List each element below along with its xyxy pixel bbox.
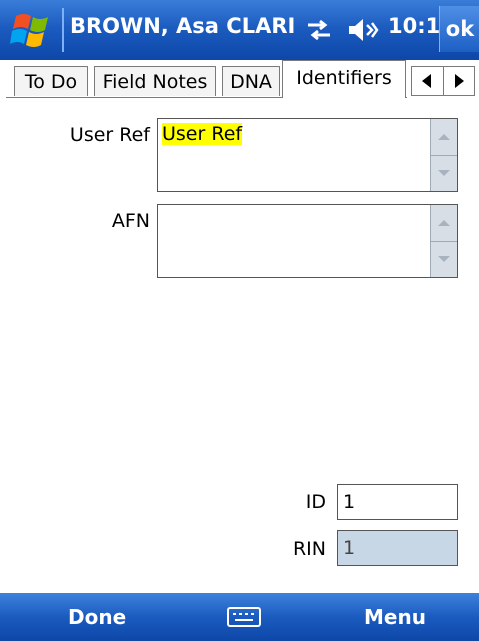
tab-identifiers[interactable]: Identifiers [282,60,406,98]
keyboard-icon[interactable] [226,605,262,629]
title-bar: BROWN, Asa CLARI 10:11 ok [0,0,479,60]
title-separator [62,8,64,52]
scroll-up-button[interactable] [431,205,457,242]
tab-field-notes[interactable]: Field Notes [94,66,216,96]
tab-dna[interactable]: DNA [222,66,280,96]
afn-textarea[interactable] [157,204,458,278]
speaker-icon[interactable] [346,16,380,44]
connectivity-icon[interactable] [306,18,332,42]
triangle-left-icon [422,74,432,88]
user-ref-label: User Ref [69,124,150,146]
scroll-down-button[interactable] [431,241,457,277]
menu-softkey[interactable]: Menu [364,593,426,641]
window-title: BROWN, Asa CLARI [70,14,296,38]
menu-bar: Done Menu [0,593,479,641]
ok-button[interactable]: ok [439,6,479,52]
chevron-up-icon [438,134,450,140]
done-softkey[interactable]: Done [68,593,126,641]
chevron-down-icon [438,256,450,262]
tab-scroll-right-button[interactable] [444,67,475,95]
user-ref-value: User Ref [162,123,243,145]
user-ref-scrollbar[interactable] [430,119,457,191]
tab-scroll-left-button[interactable] [412,67,444,95]
tab-to-do[interactable]: To Do [14,66,88,96]
id-field[interactable]: 1 [337,484,458,520]
scroll-up-button[interactable] [431,119,457,156]
triangle-right-icon [454,74,464,88]
scroll-down-button[interactable] [431,155,457,191]
chevron-up-icon [438,220,450,226]
user-ref-textarea[interactable]: User Ref [157,118,458,192]
tab-scroll-buttons [411,66,475,96]
id-label: ID [305,491,326,513]
afn-scrollbar[interactable] [430,205,457,277]
afn-label: AFN [111,210,150,232]
rin-field: 1 [337,530,458,566]
windows-flag-icon[interactable] [10,10,56,50]
rin-label: RIN [292,538,326,560]
chevron-down-icon [438,170,450,176]
